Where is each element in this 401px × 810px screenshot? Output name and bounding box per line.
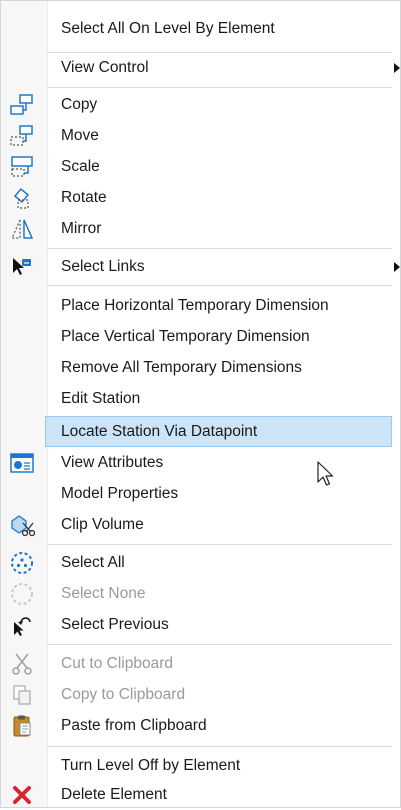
submenu-arrow-icon — [394, 262, 400, 272]
copy-icon — [10, 94, 33, 115]
menu-item-copy-to-clipboard[interactable]: Copy to Clipboard — [1, 680, 400, 710]
menu-item-label: Select All On Level By Element — [61, 20, 275, 37]
view-attributes-icon — [10, 453, 34, 473]
menu-item-label: Edit Station — [61, 390, 141, 407]
menu-separator — [47, 544, 392, 545]
menu-item-label: Place Horizontal Temporary Dimension — [61, 297, 329, 314]
menu-item-edit-station[interactable]: Edit Station — [1, 384, 400, 414]
rotate-icon — [13, 187, 30, 209]
menu-item-label: Move — [61, 127, 99, 144]
menu-item-label: Select All — [61, 554, 125, 571]
menu-item-place-vertical-temporary-dimension[interactable]: Place Vertical Temporary Dimension — [1, 322, 400, 352]
clipboard-icon — [13, 715, 31, 737]
menu-item-label: Select None — [61, 585, 146, 602]
menu-item-label: Copy — [61, 96, 98, 113]
menu-item-label: Select Links — [61, 258, 145, 275]
menu-item-clip-volume[interactable]: Clip Volume — [1, 510, 400, 540]
menu-item-label: Remove All Temporary Dimensions — [61, 359, 302, 376]
clip-volume-icon — [11, 515, 35, 537]
menu-item-mirror[interactable]: Mirror — [1, 214, 400, 244]
menu-item-place-horizontal-temporary-dimension[interactable]: Place Horizontal Temporary Dimension — [1, 291, 400, 321]
menu-item-select-all-on-level-by-element[interactable]: Select All On Level By Element — [1, 14, 400, 44]
menu-item-turn-level-off-by-element[interactable]: Turn Level Off by Element — [1, 751, 400, 781]
menu-separator — [47, 285, 392, 286]
menu-item-label: Locate Station Via Datapoint — [61, 423, 258, 440]
menu-item-copy[interactable]: Copy — [1, 90, 400, 120]
scissors-icon — [12, 653, 32, 675]
menu-item-label: Clip Volume — [61, 516, 144, 533]
move-icon — [10, 125, 33, 146]
menu-item-select-previous[interactable]: Select Previous — [1, 610, 400, 640]
submenu-arrow-icon — [394, 63, 400, 73]
select-previous-icon — [14, 617, 31, 636]
menu-item-label: Cut to Clipboard — [61, 655, 174, 672]
menu-item-view-attributes[interactable]: View Attributes — [1, 448, 400, 478]
menu-item-label: Turn Level Off by Element — [61, 757, 241, 774]
menu-item-scale[interactable]: Scale — [1, 152, 400, 182]
menu-item-label: View Control — [61, 59, 149, 76]
menu-item-label: Paste from Clipboard — [61, 717, 207, 734]
menu-separator — [47, 248, 392, 249]
menu-item-rotate[interactable]: Rotate — [1, 183, 400, 213]
menu-item-label: View Attributes — [61, 454, 164, 471]
menu-separator — [47, 644, 392, 645]
mirror-icon — [11, 219, 34, 239]
context-menu: Select All On Level By Element View Cont… — [0, 0, 401, 808]
menu-item-label: Delete Element — [61, 786, 167, 803]
menu-item-label: Copy to Clipboard — [61, 686, 186, 703]
menu-item-label: Place Vertical Temporary Dimension — [61, 328, 310, 345]
menu-item-label: Scale — [61, 158, 100, 175]
menu-item-paste-from-clipboard[interactable]: Paste from Clipboard — [1, 711, 400, 741]
menu-item-label: Mirror — [61, 220, 102, 237]
menu-item-select-all[interactable]: Select All — [1, 548, 400, 578]
menu-item-cut-to-clipboard[interactable]: Cut to Clipboard — [1, 649, 400, 679]
menu-separator — [47, 746, 392, 747]
select-all-icon — [11, 552, 33, 574]
menu-item-delete-element[interactable]: Delete Element — [1, 780, 400, 810]
menu-item-locate-station-via-datapoint[interactable]: Locate Station Via Datapoint — [45, 416, 392, 447]
menu-item-select-none[interactable]: Select None — [1, 579, 400, 609]
menu-item-label: Rotate — [61, 189, 107, 206]
menu-item-view-control[interactable]: View Control — [1, 53, 400, 83]
menu-item-remove-all-temporary-dimensions[interactable]: Remove All Temporary Dimensions — [1, 353, 400, 383]
mouse-cursor-icon — [317, 461, 334, 486]
menu-item-label: Select Previous — [61, 616, 169, 633]
menu-item-select-links[interactable]: Select Links — [1, 252, 400, 282]
menu-item-label: Model Properties — [61, 485, 179, 502]
red-x-icon — [13, 786, 31, 804]
menu-separator — [47, 87, 392, 88]
select-links-icon — [13, 258, 31, 275]
copy-document-icon — [13, 685, 31, 705]
menu-item-model-properties[interactable]: Model Properties — [1, 479, 400, 509]
scale-icon — [11, 156, 33, 177]
select-none-icon — [11, 583, 33, 605]
menu-item-move[interactable]: Move — [1, 121, 400, 151]
